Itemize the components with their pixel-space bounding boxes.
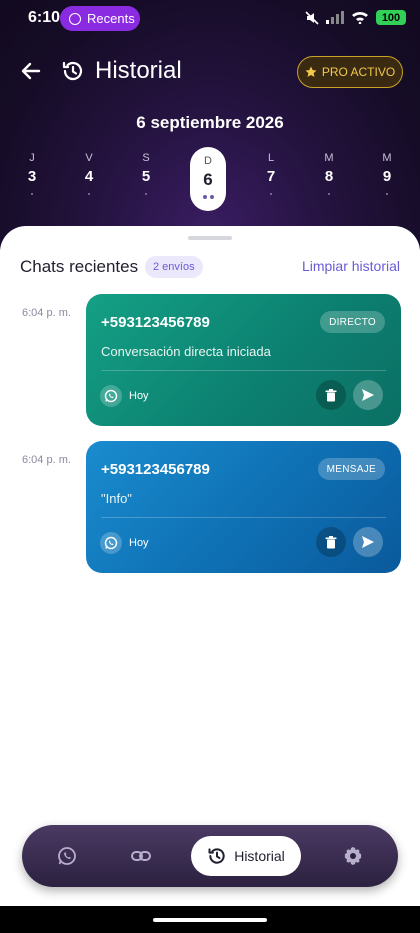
day-letter: D	[204, 155, 212, 167]
day-number: 3	[27, 168, 37, 185]
day-number: 7	[266, 168, 276, 185]
chat-type-badge: MENSAJE	[317, 458, 385, 480]
status-icons: 100	[305, 10, 406, 25]
day-friday[interactable]: V 4	[69, 152, 109, 195]
chat-when: Hoy	[129, 537, 149, 549]
nav-settings[interactable]	[341, 844, 365, 868]
day-letter: S	[142, 152, 150, 164]
chat-time: 6:04 p. m.	[22, 307, 71, 319]
history-icon	[61, 59, 85, 83]
card-divider	[101, 370, 386, 371]
card-divider	[101, 517, 386, 518]
clear-history-button[interactable]: Limpiar historial	[302, 258, 400, 274]
day-wednesday[interactable]: M 9	[367, 152, 407, 195]
send-icon	[362, 536, 374, 548]
pro-active-button[interactable]: PRO ACTIVO	[297, 56, 403, 88]
history-icon	[208, 848, 225, 864]
link-icon	[131, 851, 151, 861]
gear-icon	[344, 847, 362, 865]
arrow-left-icon	[21, 62, 41, 80]
chat-time: 6:04 p. m.	[22, 454, 71, 466]
whatsapp-icon	[100, 532, 122, 554]
send-icon	[362, 389, 374, 401]
day-dot	[31, 193, 33, 195]
page-title: Historial	[95, 57, 182, 84]
wifi-icon	[352, 11, 368, 24]
day-number: 5	[141, 168, 151, 185]
day-monday[interactable]: L 7	[251, 152, 291, 195]
chat-phone: +593123456789	[101, 461, 210, 478]
mute-icon	[305, 10, 319, 25]
nav-whatsapp[interactable]	[55, 844, 79, 868]
recents-label: Recents	[87, 11, 135, 26]
signal-icon	[326, 11, 344, 24]
day-tuesday[interactable]: M 8	[309, 152, 349, 195]
back-button[interactable]	[18, 58, 44, 84]
sheet-handle[interactable]	[188, 236, 232, 240]
chat-phone: +593123456789	[101, 314, 210, 331]
send-button[interactable]	[353, 527, 383, 557]
chat-card-message[interactable]: +593123456789 MENSAJE "Info" Hoy	[86, 441, 401, 573]
recents-pill[interactable]: Recents	[60, 6, 140, 31]
day-activity-dots	[190, 195, 226, 199]
chat-type-badge: DIRECTO	[320, 311, 385, 333]
day-dot	[88, 193, 90, 195]
star-icon	[305, 66, 317, 77]
day-letter: M	[324, 152, 334, 164]
nav-historial-label: Historial	[234, 848, 285, 864]
day-thursday[interactable]: J 3	[12, 152, 52, 195]
chat-message: "Info"	[101, 491, 132, 506]
trash-icon	[325, 535, 337, 548]
day-saturday[interactable]: S 5	[126, 152, 166, 195]
bottom-nav: Historial	[22, 825, 398, 887]
home-indicator[interactable]	[153, 918, 267, 922]
day-number: 9	[382, 168, 392, 185]
status-time: 6:10	[28, 9, 61, 26]
chat-when: Hoy	[129, 390, 149, 402]
nav-historial-active[interactable]: Historial	[191, 836, 301, 876]
day-number: 6	[203, 170, 213, 189]
chat-message: Conversación directa iniciada	[101, 344, 271, 359]
status-bar: 6:10 Recents 100	[0, 0, 420, 38]
send-button[interactable]	[353, 380, 383, 410]
chat-card-direct[interactable]: +593123456789 DIRECTO Conversación direc…	[86, 294, 401, 426]
day-dot	[328, 193, 330, 195]
section-title: Chats recientes	[20, 257, 139, 276]
header: 6:10 Recents 100 Historial PRO ACTIVO 6 …	[0, 0, 420, 250]
day-dot	[145, 193, 147, 195]
battery-level: 100	[381, 11, 401, 24]
day-sunday-selected[interactable]: D 6	[190, 147, 226, 211]
day-letter: V	[85, 152, 93, 164]
trash-icon	[325, 388, 337, 401]
recents-icon	[69, 12, 81, 25]
battery-indicator: 100	[376, 10, 406, 25]
day-number: 8	[324, 168, 334, 185]
pro-label: PRO ACTIVO	[321, 65, 396, 79]
home-indicator-area	[0, 906, 420, 933]
current-date: 6 septiembre 2026	[136, 113, 284, 132]
count-badge: 2 envíos	[145, 256, 203, 278]
day-letter: M	[382, 152, 392, 164]
whatsapp-icon	[58, 847, 76, 865]
day-letter: L	[267, 152, 275, 164]
day-number: 4	[84, 168, 94, 185]
delete-button[interactable]	[316, 527, 346, 557]
nav-link[interactable]	[129, 844, 153, 868]
day-dot	[270, 193, 272, 195]
delete-button[interactable]	[316, 380, 346, 410]
whatsapp-icon	[100, 385, 122, 407]
day-letter: J	[29, 152, 35, 164]
day-dot	[386, 193, 388, 195]
